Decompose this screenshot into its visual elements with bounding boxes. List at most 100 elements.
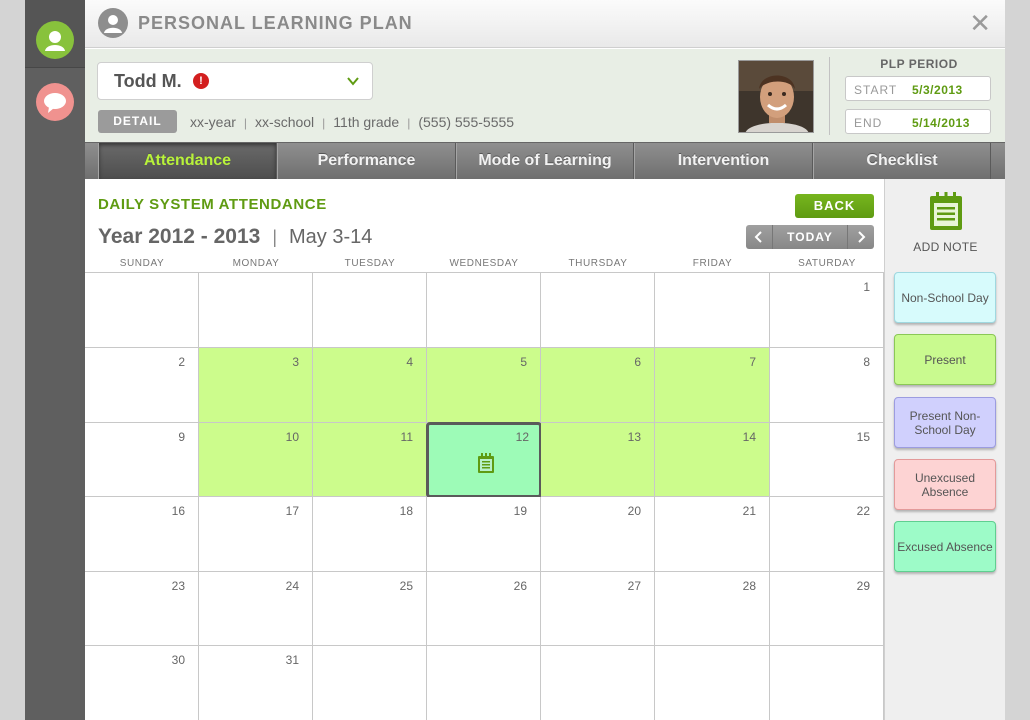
tab-mode-of-learning[interactable]: Mode of Learning xyxy=(456,143,634,179)
calendar-empty-cell[interactable] xyxy=(85,273,199,348)
calendar-empty-cell[interactable] xyxy=(541,646,655,720)
calendar-empty-cell[interactable] xyxy=(655,646,770,720)
calendar-day[interactable]: 1 xyxy=(770,273,884,348)
previous-button[interactable] xyxy=(746,225,773,249)
detail-button[interactable]: DETAIL xyxy=(98,110,177,133)
notepad-icon xyxy=(929,192,962,230)
day-number: 3 xyxy=(292,355,299,369)
calendar-day[interactable]: 4 xyxy=(313,348,427,423)
calendar-day[interactable]: 11 xyxy=(313,423,427,497)
tab-checklist[interactable]: Checklist xyxy=(813,143,991,179)
weekday-label: THURSDAY xyxy=(568,258,628,269)
calendar-day[interactable]: 22 xyxy=(770,497,884,572)
close-button[interactable]: ✕ xyxy=(969,10,991,36)
start-value: 5/3/2013 xyxy=(912,83,963,97)
legend-present-non-school-day[interactable]: Present Non-School Day xyxy=(894,397,996,448)
calendar-empty-cell[interactable] xyxy=(655,273,770,348)
today-button[interactable]: TODAY xyxy=(773,225,847,249)
calendar-day[interactable]: 2 xyxy=(85,348,199,423)
student-meta: xx-year | xx-school | 11th grade | (555) 555-5… xyxy=(190,114,514,130)
calendar-day[interactable]: 6 xyxy=(541,348,655,423)
tab-intervention[interactable]: Intervention xyxy=(634,143,813,179)
chevron-right-icon xyxy=(858,231,866,243)
weekday-label: MONDAY xyxy=(232,258,280,269)
day-number: 12 xyxy=(515,430,529,444)
tab-attendance[interactable]: Attendance xyxy=(98,143,277,179)
tab-performance[interactable]: Performance xyxy=(277,143,456,179)
calendar-day[interactable]: 31 xyxy=(199,646,313,720)
calendar-day[interactable]: 13 xyxy=(541,423,655,497)
legend-present[interactable]: Present xyxy=(894,334,996,385)
legend-unexcused-absence[interactable]: Unexcused Absence xyxy=(894,459,996,510)
day-number: 5 xyxy=(520,355,527,369)
notepad-icon[interactable] xyxy=(477,453,495,473)
separator: | xyxy=(243,116,248,130)
calendar-day[interactable]: 7 xyxy=(655,348,770,423)
calendar-empty-cell[interactable] xyxy=(427,273,541,348)
calendar-empty-cell[interactable] xyxy=(541,273,655,348)
calendar-day[interactable]: 25 xyxy=(313,572,427,646)
next-button[interactable] xyxy=(847,225,874,249)
back-button[interactable]: BACK xyxy=(795,194,874,218)
legend-non-school-day[interactable]: Non-School Day xyxy=(894,272,996,323)
legend-excused-absence[interactable]: Excused Absence xyxy=(894,521,996,572)
attendance-sidebar: ADD NOTE Non-School Day Present Present … xyxy=(884,179,1005,720)
calendar-day[interactable]: 14 xyxy=(655,423,770,497)
day-number: 26 xyxy=(513,579,527,593)
plp-start-field[interactable]: START 5/3/2013 xyxy=(845,76,991,101)
calendar-day[interactable]: 15 xyxy=(770,423,884,497)
weekday-label: WEDNESDAY xyxy=(449,258,519,269)
calendar-day[interactable]: 20 xyxy=(541,497,655,572)
calendar-day[interactable]: 17 xyxy=(199,497,313,572)
student-select[interactable]: Todd M. ! xyxy=(97,62,373,100)
day-number: 27 xyxy=(627,579,641,593)
calendar-day[interactable]: 26 xyxy=(427,572,541,646)
calendar-empty-cell[interactable] xyxy=(770,646,884,720)
day-number: 14 xyxy=(742,430,756,444)
calendar-empty-cell[interactable] xyxy=(313,646,427,720)
calendar-day[interactable]: 8 xyxy=(770,348,884,423)
calendar-empty-cell[interactable] xyxy=(427,646,541,720)
day-number: 16 xyxy=(171,504,185,518)
calendar-day[interactable]: 27 xyxy=(541,572,655,646)
day-number: 11 xyxy=(400,430,413,444)
calendar-day[interactable]: 30 xyxy=(85,646,199,720)
plp-panel: PERSONAL LEARNING PLAN ✕ Todd M. ! DETAI… xyxy=(85,0,1005,720)
calendar-day[interactable]: 28 xyxy=(655,572,770,646)
calendar-empty-cell[interactable] xyxy=(313,273,427,348)
alert-icon: ! xyxy=(193,73,209,89)
right-margin xyxy=(1005,0,1030,720)
day-number: 25 xyxy=(399,579,413,593)
calendar-day[interactable]: 23 xyxy=(85,572,199,646)
calendar-day[interactable]: 24 xyxy=(199,572,313,646)
day-number: 8 xyxy=(863,355,870,369)
add-note-button[interactable]: ADD NOTE xyxy=(885,191,1005,254)
calendar-day[interactable]: 16 xyxy=(85,497,199,572)
side-rail xyxy=(25,0,85,720)
day-number: 13 xyxy=(627,430,641,444)
day-number: 18 xyxy=(399,504,413,518)
chat-icon[interactable] xyxy=(36,83,74,121)
plp-end-field[interactable]: END 5/14/2013 xyxy=(845,109,991,134)
separator: | xyxy=(407,116,411,130)
calendar-day[interactable]: 9 xyxy=(85,423,199,497)
calendar-day[interactable]: 21 xyxy=(655,497,770,572)
day-number: 31 xyxy=(285,653,299,667)
student-phone: (555) 555-5555 xyxy=(418,114,515,130)
calendar-empty-cell[interactable] xyxy=(199,273,313,348)
start-label: START xyxy=(854,83,898,97)
calendar-day[interactable]: 10 xyxy=(199,423,313,497)
day-number: 15 xyxy=(856,430,870,444)
end-label: END xyxy=(854,116,883,130)
calendar-day[interactable]: 18 xyxy=(313,497,427,572)
plp-period-label: PLP PERIOD xyxy=(880,57,958,71)
chevron-left-icon xyxy=(754,231,762,243)
calendar-day[interactable]: 5 xyxy=(427,348,541,423)
user-icon[interactable] xyxy=(36,21,74,59)
calendar-day[interactable]: 29 xyxy=(770,572,884,646)
calendar-day[interactable]: 19 xyxy=(427,497,541,572)
tab-bar: Attendance Performance Mode of Learning … xyxy=(85,142,1005,179)
calendar-day[interactable]: 3 xyxy=(199,348,313,423)
calendar-day[interactable]: 12 xyxy=(426,422,542,498)
day-number: 6 xyxy=(634,355,641,369)
